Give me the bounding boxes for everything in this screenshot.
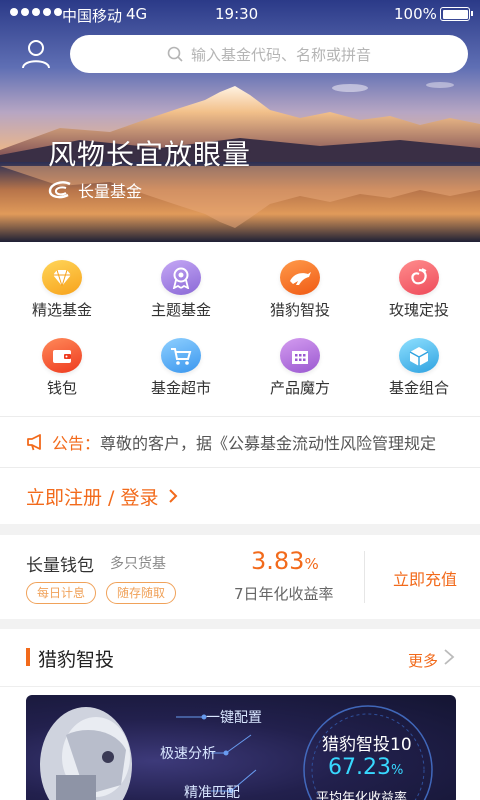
announcement-bar[interactable]: 公告： 尊敬的客户，据《公募基金流动性风险管理规定	[0, 416, 480, 468]
hero-banner[interactable]: 中国移动 4G 19:30 100% 输入基金代码、名称或拼音 风物长宜放眼量 …	[0, 0, 480, 242]
robo-invest-banner[interactable]: 一键配置 极速分析 精准匹配 猎豹智投10 67.23% 平均年化收益率	[26, 695, 456, 800]
rose-icon	[399, 260, 439, 295]
megaphone-icon	[27, 434, 41, 451]
wallet-rate-unit: %	[304, 555, 319, 573]
divider	[0, 686, 480, 687]
menu-label: 猎豹智投	[269, 301, 330, 319]
wallet-subtitle: 多只货基	[110, 556, 166, 572]
battery-icon	[440, 7, 473, 21]
hero-slogan: 风物长宜放眼量	[48, 138, 252, 171]
more-link[interactable]: 更多	[408, 650, 438, 671]
search-icon	[167, 46, 183, 62]
menu-label: 精选基金	[31, 301, 92, 319]
menu-item-cheetah-invest[interactable]: 猎豹智投	[240, 242, 360, 320]
robo-feature: 一键配置	[206, 710, 262, 726]
menu-label: 产品魔方	[269, 379, 330, 397]
menu-label: 玫瑰定投	[388, 301, 449, 319]
wallet-card[interactable]: 长量钱包 多只货基 每日计息 随存随取 3.83% 7日年化收益率 立即充值	[0, 535, 480, 619]
menu-label: 基金超市	[150, 379, 211, 397]
divider	[364, 551, 365, 603]
status-bar: 中国移动 4G 19:30 100%	[0, 0, 480, 28]
announcement-prefix: 公告：	[52, 434, 101, 453]
carrier-name: 中国移动	[62, 7, 123, 25]
wallet-rate-value: 3.83	[251, 547, 305, 575]
wallet-rate: 3.83%	[251, 547, 319, 575]
menu-grid: 精选基金 主题基金 猎豹智投 玫瑰定投 钱包 基金超市 产品魔方 基金组合	[0, 242, 480, 416]
robo-rate-unit: %	[390, 763, 404, 778]
brand-name: 长量基金	[78, 182, 143, 201]
menu-item-rose-plan[interactable]: 玫瑰定投	[359, 242, 479, 320]
cheetah-icon	[280, 260, 320, 295]
chevron-right-icon	[169, 489, 178, 503]
diamond-icon	[42, 260, 82, 295]
brand-logo-icon	[48, 181, 71, 199]
wallet-rate-label: 7日年化收益率	[234, 585, 334, 603]
wallet-icon	[42, 338, 82, 373]
menu-label: 钱包	[46, 379, 77, 397]
medal-icon	[161, 260, 201, 295]
building-icon	[280, 338, 320, 373]
robo-feature: 极速分析	[160, 746, 216, 762]
chevron-right-icon[interactable]	[442, 648, 456, 666]
robo-product-name: 猎豹智投10	[322, 735, 412, 755]
network-type: 4G	[126, 5, 148, 23]
robo-rate-label: 平均年化收益率	[316, 791, 408, 800]
menu-item-fund-market[interactable]: 基金超市	[121, 320, 241, 398]
wallet-title: 长量钱包	[26, 556, 94, 576]
hero-brand: 长量基金	[48, 178, 142, 202]
user-icon[interactable]	[20, 38, 52, 70]
search-placeholder: 输入基金代码、名称或拼音	[190, 45, 371, 64]
signal-icon	[10, 8, 62, 16]
menu-item-wallet[interactable]: 钱包	[2, 320, 122, 398]
section-marker	[26, 648, 30, 666]
register-login-label: 立即注册 / 登录	[26, 486, 159, 509]
wallet-tag: 每日计息	[26, 582, 97, 604]
search-input[interactable]: 输入基金代码、名称或拼音	[70, 35, 468, 73]
robo-rate-value: 67.23	[328, 755, 391, 780]
register-login-link[interactable]: 立即注册 / 登录	[0, 468, 480, 524]
robo-invest-section: 猎豹智投 更多 一键配置 极速分析 精准匹配 猎豹智投10 67.23% 平均年…	[0, 629, 480, 800]
menu-item-product-cube[interactable]: 产品魔方	[240, 320, 360, 398]
menu-item-featured-fund[interactable]: 精选基金	[2, 242, 122, 320]
menu-label: 主题基金	[150, 301, 211, 319]
recharge-button[interactable]: 立即充值	[393, 566, 457, 590]
menu-item-fund-portfolio[interactable]: 基金组合	[359, 320, 479, 398]
robo-rate: 67.23%	[328, 755, 403, 780]
menu-item-theme-fund[interactable]: 主题基金	[121, 242, 241, 320]
menu-label: 基金组合	[388, 379, 449, 397]
clock: 19:30	[215, 5, 259, 23]
announcement-text: 尊敬的客户，据《公募基金流动性风险管理规定	[100, 434, 437, 453]
cube-icon	[399, 338, 439, 373]
robo-feature: 精准匹配	[184, 785, 240, 800]
cart-icon	[161, 338, 201, 373]
battery-percent: 100%	[394, 5, 437, 23]
section-title: 猎豹智投	[38, 649, 115, 671]
wallet-tag: 随存随取	[106, 582, 177, 604]
